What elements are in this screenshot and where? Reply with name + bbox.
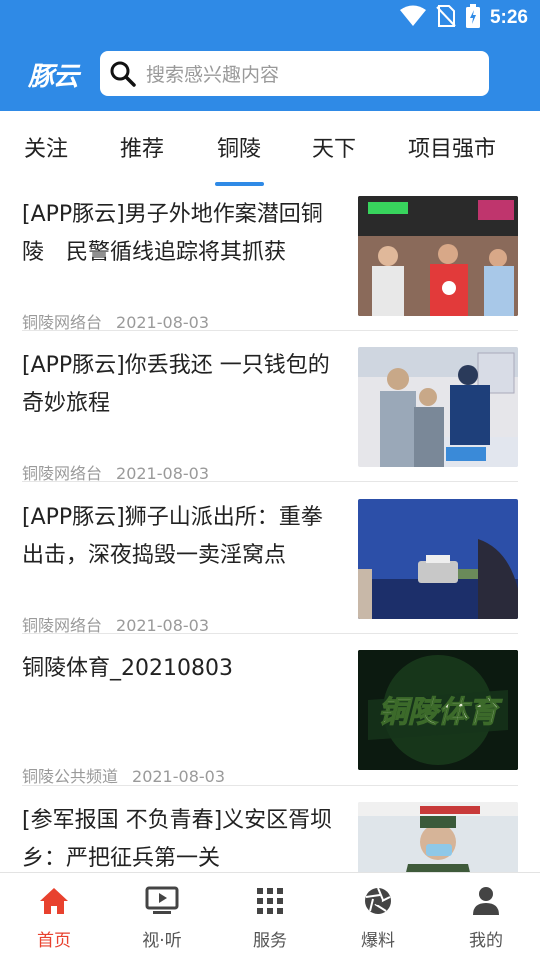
divider (22, 633, 518, 634)
news-title: [APP豚云]狮子山派出所：重拳出击，深夜捣毁一卖淫窝点 (22, 505, 323, 568)
wifi-icon (399, 5, 426, 31)
tab-world[interactable]: 天下 (312, 131, 356, 163)
search-icon (100, 51, 146, 96)
nav-label: 首页 (37, 931, 71, 951)
nav-home[interactable]: 首页 (0, 873, 108, 960)
nav-tipoff[interactable]: 爆料 (324, 873, 432, 960)
person-icon (469, 885, 503, 917)
grid-icon (253, 885, 287, 917)
channel-tabs: 关注 推荐 铜陵 天下 项目强市 (0, 111, 540, 187)
divider (22, 785, 518, 786)
tv-play-icon (145, 885, 179, 917)
tab-follow[interactable]: 关注 (24, 131, 68, 163)
nav-video-audio[interactable]: 视·听 (108, 873, 216, 960)
bottom-navigation: 首页 视·听 服务 爆料 我的 (0, 872, 540, 960)
nav-label: 我的 (469, 931, 503, 951)
home-icon (37, 885, 71, 917)
news-thumbnail (358, 499, 518, 619)
news-feed[interactable]: [APP豚云]男子外地作案潜回铜陵 民警循线追踪将其抓获 铜陵网络台 2021-0… (0, 187, 540, 872)
news-item[interactable]: 铜陵体育_20210803 铜陵公共频道 2021-08-03 铜陵体育 (22, 650, 518, 787)
no-sim-icon (436, 4, 456, 32)
news-meta: 铜陵公共频道 2021-08-03 (22, 763, 225, 787)
app-screen: 5:26 豚云 搜索感兴趣内容 关注 推荐 铜陵 天下 项目强市 [APP豚云]… (0, 0, 540, 960)
news-title: 铜陵体育_20210803 (22, 656, 233, 681)
nav-services[interactable]: 服务 (216, 873, 324, 960)
battery-icon (465, 4, 480, 32)
tab-projects[interactable]: 项目强市 (408, 131, 496, 163)
nav-label: 服务 (253, 931, 287, 951)
news-item[interactable]: [APP豚云]狮子山派出所：重拳出击，深夜捣毁一卖淫窝点 铜陵网络台 2021-0… (22, 499, 518, 636)
app-logo: 豚云 (28, 62, 79, 92)
news-date: 2021-08-03 (132, 767, 225, 786)
app-header: 5:26 豚云 搜索感兴趣内容 (0, 0, 540, 111)
news-title: [APP豚云]你丢我还 一只钱包的奇妙旅程 (22, 353, 330, 416)
nav-mine[interactable]: 我的 (432, 873, 540, 960)
divider (22, 330, 518, 331)
news-thumbnail (358, 347, 518, 467)
news-title: [APP豚云]男子外地作案潜回铜陵 民警循线追踪将其抓获 (22, 202, 323, 265)
status-bar: 5:26 (0, 0, 540, 36)
nav-label: 爆料 (361, 931, 395, 951)
news-thumbnail (358, 802, 518, 872)
status-time: 5:26 (489, 7, 528, 28)
search-placeholder: 搜索感兴趣内容 (146, 64, 280, 86)
tab-recommend[interactable]: 推荐 (120, 131, 164, 163)
tab-tongling[interactable]: 铜陵 (217, 131, 261, 163)
news-title: [参军报国 不负青春]义安区胥坝乡：严把征兵第一关 (22, 808, 333, 871)
thumbnail-logo-text: 铜陵体育 (378, 695, 503, 730)
news-item[interactable]: [参军报国 不负青春]义安区胥坝乡：严把征兵第一关 (22, 802, 518, 872)
news-thumbnail: 铜陵体育 (358, 650, 518, 770)
news-source: 铜陵公共频道 (22, 767, 119, 786)
camera-aperture-icon (361, 885, 395, 917)
news-item[interactable]: [APP豚云]你丢我还 一只钱包的奇妙旅程 铜陵网络台 2021-08-03 (22, 347, 518, 484)
news-thumbnail (358, 196, 518, 316)
nav-label: 视·听 (142, 931, 182, 951)
divider (22, 481, 518, 482)
active-tab-indicator (215, 182, 264, 186)
news-item[interactable]: [APP豚云]男子外地作案潜回铜陵 民警循线追踪将其抓获 铜陵网络台 2021-0… (22, 196, 518, 333)
search-bar[interactable]: 搜索感兴趣内容 (100, 51, 489, 96)
